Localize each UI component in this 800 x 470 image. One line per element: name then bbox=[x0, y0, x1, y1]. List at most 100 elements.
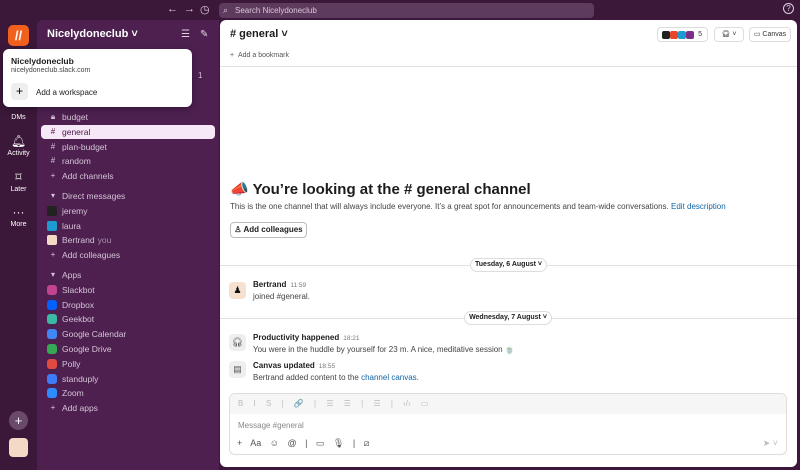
app-geekbot[interactable]: Geekbot bbox=[41, 312, 215, 326]
header-divider bbox=[220, 66, 797, 67]
compose-icon[interactable]: ✎ bbox=[200, 29, 208, 40]
bookmark-icon: ⌑ bbox=[15, 170, 22, 184]
button-label: Add colleagues bbox=[243, 225, 303, 234]
channel-canvas-link[interactable]: channel canvas bbox=[361, 373, 417, 382]
help-button[interactable]: ? bbox=[783, 3, 794, 14]
channel-name: general bbox=[62, 126, 91, 137]
app-icon bbox=[47, 373, 57, 384]
add-colleagues-link[interactable]: + Add colleagues bbox=[41, 248, 215, 262]
search-icon: ⌕ bbox=[223, 5, 229, 15]
hash-icon: # bbox=[50, 141, 56, 151]
author-name[interactable]: Bertrand bbox=[253, 280, 286, 289]
message-time[interactable]: 18:55 bbox=[319, 363, 335, 370]
sidebar-channel-budget[interactable]: 🔒︎ budget bbox=[41, 110, 215, 124]
add-colleagues-button[interactable]: ♙ Add colleagues bbox=[230, 222, 307, 238]
app-name: Google Drive bbox=[62, 344, 112, 354]
formatting-toolbar[interactable]: B I S | 🔗 | ☰ ☰ | ☰ | ‹/› ▭ bbox=[230, 394, 786, 414]
plus-icon: + bbox=[50, 403, 56, 413]
rail-more[interactable]: ··· More bbox=[0, 205, 37, 228]
workspace-name[interactable]: Nicelydoneclub ˅ bbox=[47, 28, 138, 40]
message-text: joined #general. bbox=[253, 292, 310, 301]
app-icon bbox=[47, 358, 57, 369]
app-icon bbox=[47, 299, 57, 310]
intro-description: This is the one channel that will always… bbox=[230, 202, 726, 211]
app-name: Google Calendar bbox=[62, 329, 127, 340]
filter-icon[interactable]: ☰ bbox=[181, 29, 190, 40]
headphones-icon: 🎧︎ ˅ bbox=[721, 31, 737, 38]
add-channels-button[interactable]: + Add channels bbox=[41, 169, 215, 183]
rail-dms[interactable]: DMs bbox=[0, 114, 37, 121]
app-icon bbox=[47, 388, 57, 399]
dm-name: laura bbox=[62, 220, 81, 231]
message-composer: B I S | 🔗 | ☰ ☰ | ☰ | ‹/› ▭ Message #gen… bbox=[229, 393, 787, 455]
workspace-logo[interactable]: // bbox=[8, 25, 29, 46]
search-input[interactable]: ⌕ Search Nicelydoneclub bbox=[219, 3, 594, 18]
bertrand-avatar[interactable]: ♟ bbox=[229, 282, 246, 299]
app-zoom[interactable]: Zoom bbox=[41, 386, 215, 400]
message-input[interactable]: Message #general bbox=[238, 421, 304, 430]
threads-badge[interactable]: 1 bbox=[198, 71, 202, 80]
edit-description-link[interactable]: Edit description bbox=[671, 202, 726, 211]
history-button[interactable]: ◷ bbox=[200, 3, 210, 16]
huddle-button[interactable]: 🎧︎ ˅ bbox=[714, 27, 744, 42]
avatar bbox=[47, 220, 57, 231]
message-time[interactable]: 18:21 bbox=[343, 335, 359, 342]
date-pill[interactable]: Tuesday, 6 August ˅ bbox=[470, 258, 547, 272]
composer-tools[interactable]: + Aa ☺ @ | ▭ 🎙 | ⧄ bbox=[237, 438, 369, 449]
user-avatar[interactable] bbox=[9, 438, 28, 457]
forward-button[interactable]: → bbox=[184, 3, 195, 15]
rail-activity[interactable]: 🔔︎ Activity bbox=[0, 134, 37, 157]
avatar bbox=[47, 235, 57, 246]
app-slackbot[interactable]: Slackbot bbox=[41, 283, 215, 297]
members-button[interactable]: 5 bbox=[657, 27, 708, 42]
avatar bbox=[47, 205, 57, 216]
bell-icon: 🔔︎ bbox=[10, 134, 27, 148]
plus-icon[interactable]: + bbox=[11, 83, 28, 100]
canvas-button[interactable]: ▭ Canvas bbox=[749, 27, 791, 42]
member-avatar bbox=[686, 31, 694, 39]
add-apps-link[interactable]: + Add apps bbox=[41, 401, 215, 415]
popup-workspace-url: nicelydoneclub.slack.com bbox=[11, 67, 91, 74]
caret-down-icon: ▾ bbox=[50, 270, 55, 279]
date-pill[interactable]: Wednesday, 7 August ˅ bbox=[464, 311, 552, 325]
app-standuply[interactable]: standuply bbox=[41, 372, 215, 386]
add-button[interactable]: + bbox=[9, 411, 28, 430]
dm-name: Bertrand bbox=[62, 235, 95, 246]
channel-title[interactable]: # general ˅ bbox=[230, 28, 288, 40]
app-google-drive[interactable]: Google Drive bbox=[41, 342, 215, 356]
rail-later[interactable]: ⌑ Later bbox=[0, 170, 37, 193]
sidebar-channel-random[interactable]: # random bbox=[41, 154, 215, 168]
app-polly[interactable]: Polly bbox=[41, 357, 215, 371]
rail-label: Later bbox=[10, 186, 27, 193]
dm-name: jeremy bbox=[62, 205, 88, 216]
message-time[interactable]: 11:59 bbox=[290, 282, 306, 289]
megaphone-icon: 📣 bbox=[230, 181, 253, 198]
dm-bertrand[interactable]: Bertrand you bbox=[41, 233, 215, 247]
app-name: Slackbot bbox=[62, 284, 95, 295]
bookmark-label: Add a bookmark bbox=[237, 52, 289, 59]
search-placeholder: Search Nicelydoneclub bbox=[235, 6, 317, 15]
label: Add channels bbox=[62, 171, 114, 182]
label: Direct messages bbox=[62, 191, 126, 201]
rail-label: DMs bbox=[11, 114, 26, 121]
popup-workspace-name[interactable]: Nicelydoneclub bbox=[11, 56, 74, 66]
send-button[interactable]: ➤ ˅ bbox=[763, 438, 778, 449]
message-author: Productivity happened 18:21 bbox=[253, 333, 360, 342]
app-icon bbox=[47, 344, 57, 354]
app-google-calendar[interactable]: Google Calendar bbox=[41, 327, 215, 341]
headphones-icon: 🎧︎ bbox=[229, 334, 246, 351]
sidebar-channel-general[interactable]: # general bbox=[41, 124, 215, 139]
app-dropbox[interactable]: Dropbox bbox=[41, 298, 215, 312]
dm-laura[interactable]: laura bbox=[41, 219, 215, 233]
channel-name: budget bbox=[62, 112, 88, 122]
sidebar-channel-plan-budget[interactable]: # plan-budget bbox=[41, 140, 215, 154]
plus-icon: + bbox=[50, 250, 56, 260]
add-workspace-link[interactable]: Add a workspace bbox=[36, 88, 97, 97]
dm-section-header[interactable]: ▾ Direct messages bbox=[41, 189, 215, 203]
member-count: 5 bbox=[698, 31, 702, 38]
back-button[interactable]: ← bbox=[167, 3, 178, 15]
message-author: Canvas updated 18:55 bbox=[253, 361, 335, 370]
add-bookmark[interactable]: + Add a bookmark bbox=[230, 52, 289, 59]
dm-jeremy[interactable]: jeremy bbox=[41, 204, 215, 218]
apps-section-header[interactable]: ▾ Apps bbox=[41, 268, 215, 282]
